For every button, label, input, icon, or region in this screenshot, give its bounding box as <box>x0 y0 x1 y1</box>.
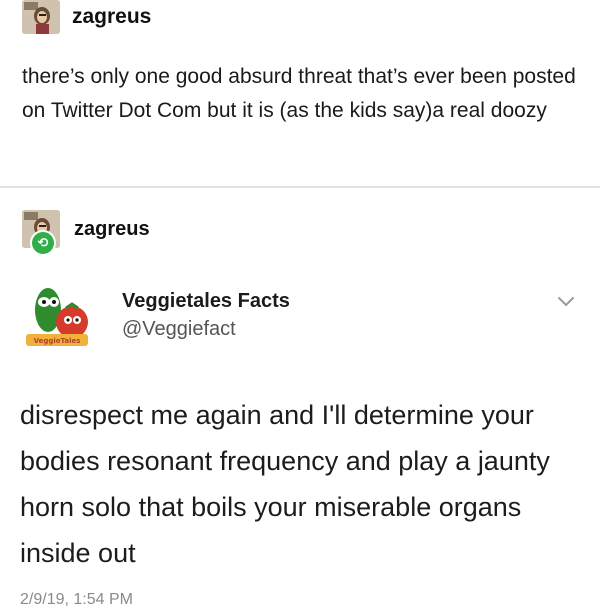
logo-text: VeggieTales <box>34 337 81 345</box>
veggietales-logo-icon: VeggieTales <box>26 288 88 346</box>
tweet-handle[interactable]: @Veggiefact <box>122 318 236 341</box>
tweet-header: VeggieTales Veggietales Facts @Veggiefac… <box>20 280 580 360</box>
user-avatar-icon <box>22 0 60 34</box>
username[interactable]: zagreus <box>72 5 151 29</box>
post-body: there’s only one good absurd threat that… <box>22 65 576 122</box>
reblog-username[interactable]: zagreus <box>74 218 150 241</box>
tweet-avatar[interactable]: VeggieTales <box>20 280 102 352</box>
divider <box>0 186 600 188</box>
chevron-down-icon[interactable] <box>554 292 578 312</box>
tweet-display-name[interactable]: Veggietales Facts <box>122 290 290 313</box>
tweet-text: disrespect me again and I'll determine y… <box>20 400 550 568</box>
tweet-timestamp[interactable]: 2/9/19, 1:54 PM <box>20 590 133 610</box>
post-header: zagreus <box>22 0 151 34</box>
reblog-icon: ⟲ <box>30 230 56 256</box>
avatar[interactable] <box>22 0 60 34</box>
